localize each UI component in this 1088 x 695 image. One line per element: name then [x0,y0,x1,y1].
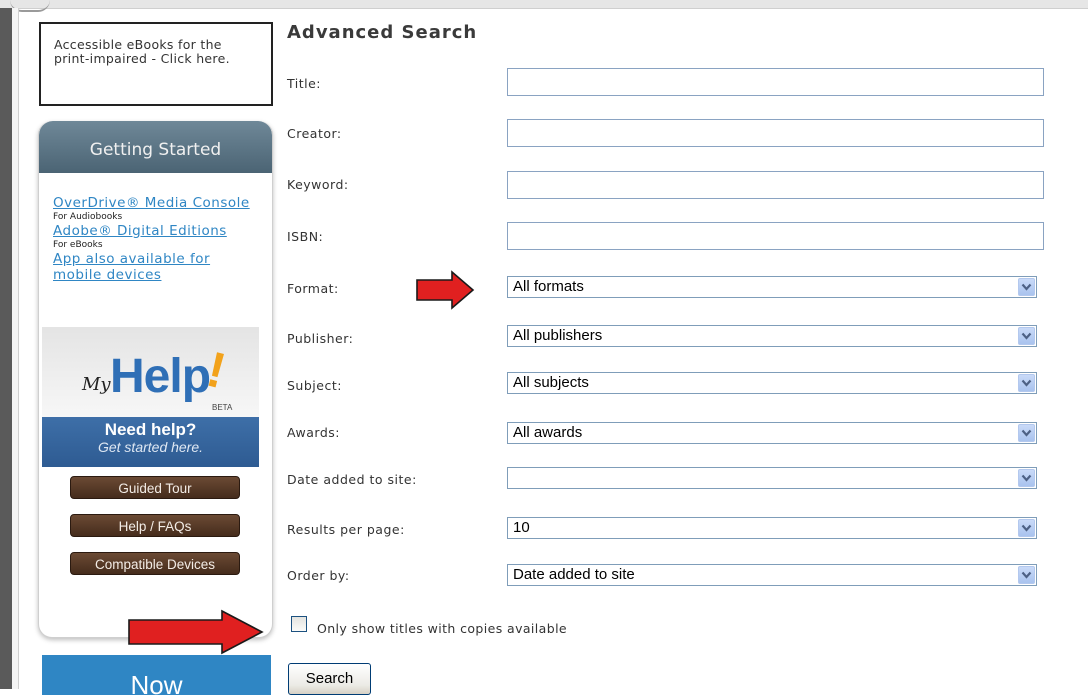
date-added-label: Date added to site: [287,472,417,487]
available-only-label[interactable]: Only show titles with copies available [317,621,567,636]
getting-started-links: OverDrive® Media Console For Audiobooks … [39,173,272,283]
publisher-label: Publisher: [287,331,354,346]
subject-select-value: All subjects [513,374,589,391]
chevron-down-icon[interactable] [1018,424,1035,442]
subject-select[interactable]: All subjects [507,372,1037,394]
date-added-select[interactable] [507,467,1037,489]
chevron-down-icon[interactable] [1018,519,1035,537]
publisher-select[interactable]: All publishers [507,325,1037,347]
chevron-down-icon[interactable] [1018,278,1035,296]
now-banner-text: Now [130,670,183,695]
mobile-app-link[interactable]: App also available for mobile devices [53,251,213,283]
chevron-down-icon[interactable] [1018,374,1035,392]
myhelp-beta-text: BETA [212,403,233,412]
keyword-input[interactable] [507,171,1044,199]
need-help-banner[interactable]: Need help? Get started here. [42,417,259,467]
isbn-input[interactable] [507,222,1044,250]
results-per-page-select[interactable]: 10 [507,517,1037,539]
compatible-devices-button[interactable]: Compatible Devices [70,552,240,575]
keyword-label: Keyword: [287,177,349,192]
window-top-strip [0,0,1088,9]
isbn-label: ISBN: [287,229,324,244]
chevron-down-icon[interactable] [1018,566,1035,584]
results-per-page-value: 10 [513,519,530,536]
adobe-digital-editions-link[interactable]: Adobe® Digital Editions [53,223,272,239]
order-by-label: Order by: [287,568,350,583]
help-faqs-button[interactable]: Help / FAQs [70,514,240,537]
red-arrow-icon [128,609,264,655]
available-only-checkbox[interactable] [291,616,307,632]
overdrive-media-console-link[interactable]: OverDrive® Media Console [53,195,272,211]
awards-select-value: All awards [513,424,583,441]
creator-input[interactable] [507,119,1044,147]
subject-label: Subject: [287,378,342,393]
accessible-ebooks-link[interactable]: Accessible eBooks for the print-impaired… [39,22,273,106]
creator-label: Creator: [287,126,342,141]
page-left-border [0,8,12,689]
myhelp-my-text: My [82,374,111,395]
awards-select[interactable]: All awards [507,422,1037,444]
myhelp-help-text: Help [110,350,211,403]
search-button[interactable]: Search [288,663,371,695]
awards-label: Awards: [287,425,341,440]
title-label: Title: [287,76,321,91]
chevron-down-icon[interactable] [1018,469,1035,487]
getting-started-header: Getting Started [39,121,272,173]
order-by-select[interactable]: Date added to site [507,564,1037,586]
accessible-ebooks-text: Accessible eBooks for the print-impaired… [54,37,230,66]
title-input[interactable] [507,68,1044,96]
page-left-gutter [12,8,19,689]
get-started-text: Get started here. [97,439,204,455]
ebooks-note: For eBooks [53,240,103,250]
chevron-down-icon[interactable] [1018,327,1035,345]
format-label: Format: [287,281,339,296]
getting-started-title: Getting Started [89,140,222,160]
results-per-page-label: Results per page: [287,522,405,537]
order-by-value: Date added to site [513,566,635,583]
myhelp-logo[interactable]: My Help ! BETA [42,327,259,417]
page-title: Advanced Search [287,22,478,43]
publisher-select-value: All publishers [513,327,603,344]
need-help-text: Need help? [104,420,197,439]
format-select[interactable]: All formats [507,276,1037,298]
audiobooks-note: For Audiobooks [53,212,123,222]
now-banner[interactable]: Now [42,655,271,695]
guided-tour-button[interactable]: Guided Tour [70,476,240,499]
red-arrow-icon [416,270,475,310]
format-select-value: All formats [513,278,584,295]
